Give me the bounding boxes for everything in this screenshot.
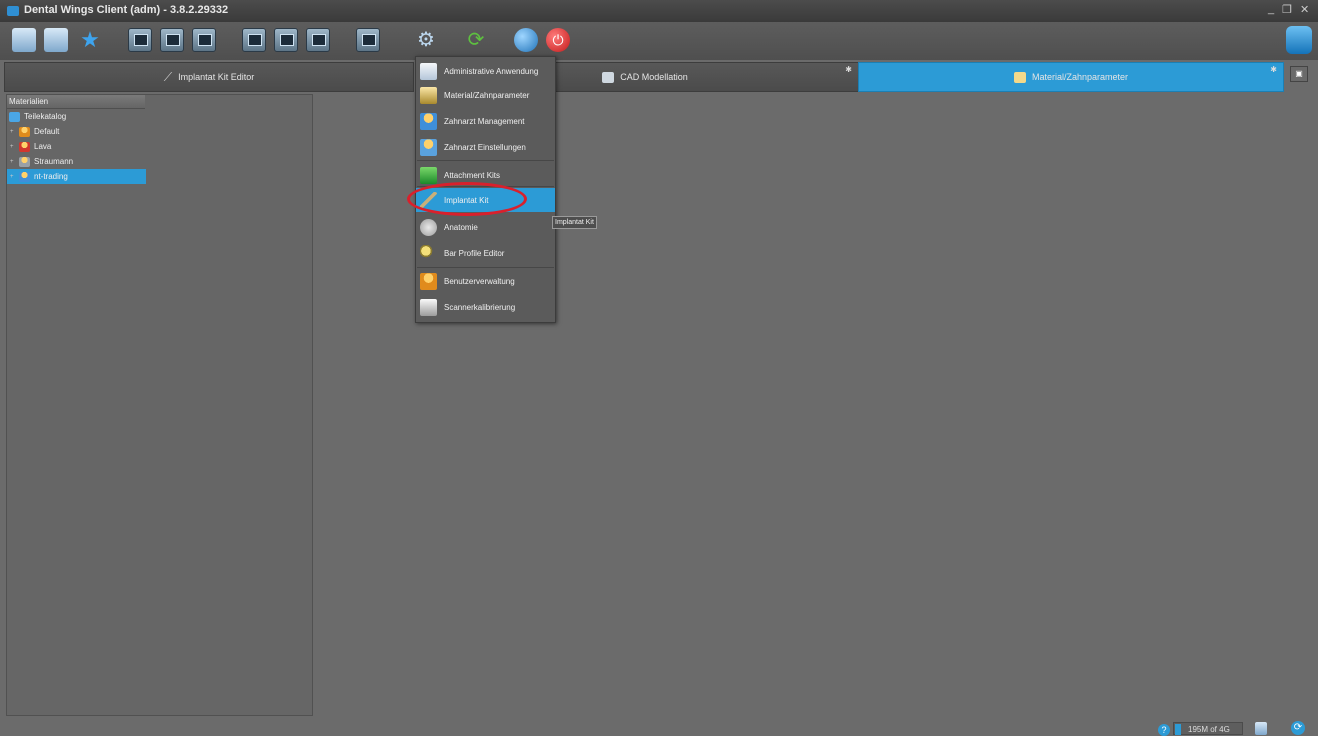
tree-item-label: Lava [34, 142, 52, 151]
tree-item-label: nt-trading [34, 172, 68, 181]
app-icon [7, 6, 19, 16]
menu-item-label: Scannerkalibrierung [444, 302, 516, 312]
tab-label: CAD Modellation [620, 72, 688, 82]
star-icon[interactable]: ★ [78, 28, 102, 52]
menu-item-label: Bar Profile Editor [444, 248, 505, 258]
tree-item-teilekatalog[interactable]: Teilekatalog [7, 109, 145, 124]
dentist-settings-icon [420, 138, 437, 156]
menu-item-label: Zahnarzt Einstellungen [444, 142, 526, 152]
menu-item-scannerkalibrierung[interactable]: Scannerkalibrierung [416, 295, 555, 319]
dentist-icon [420, 112, 437, 130]
menu-separator [417, 267, 554, 268]
tab-material-zahnparameter[interactable]: Material/Zahnparameter ✱ [858, 62, 1284, 92]
material-icon [1013, 71, 1026, 83]
monitor-icon[interactable] [306, 28, 330, 52]
anatomy-icon [420, 218, 437, 236]
open-case-icon[interactable] [44, 28, 68, 52]
expand-icon[interactable]: + [10, 129, 16, 135]
power-icon[interactable]: ⏻ [546, 28, 570, 52]
person-icon [19, 156, 30, 167]
implant-icon [420, 191, 437, 209]
tab-implantat-kit-editor[interactable]: ⟋ Implantat Kit Editor [4, 62, 414, 92]
tab-label: Material/Zahnparameter [1031, 72, 1129, 82]
settings-menu: Administrative Anwendung Material/Zahnpa… [415, 56, 556, 323]
tree-item-label: Straumann [34, 157, 74, 166]
menu-item-bar-profile-editor[interactable]: Bar Profile Editor [416, 241, 555, 265]
gallery-icon[interactable]: ▣ [1290, 66, 1308, 82]
expand-icon[interactable]: + [10, 159, 16, 165]
tree-item-lava[interactable]: + Lava [7, 139, 146, 154]
attachment-icon [420, 166, 437, 184]
pin-icon[interactable]: ✱ [845, 65, 852, 74]
close-button[interactable]: ✕ [1300, 3, 1309, 16]
tree-item-straumann[interactable]: + Straumann [7, 154, 146, 169]
menu-item-material-zahnparameter[interactable]: Material/Zahnparameter [416, 83, 555, 107]
panel-header: Materialien [7, 95, 145, 109]
monitor-icon[interactable] [192, 28, 216, 52]
monitor-icon[interactable] [356, 28, 380, 52]
menu-item-label: Implantat Kit [444, 195, 489, 205]
menu-separator [417, 160, 554, 161]
person-icon [19, 171, 30, 182]
materials-tree: Teilekatalog + Default + Lava + Strauman… [7, 109, 312, 184]
materials-panel: Materialien Teilekatalog + Default + Lav… [6, 94, 313, 716]
gear-icon[interactable]: ⚙ [414, 28, 438, 52]
minimize-button[interactable]: _ [1268, 3, 1274, 15]
person-icon [19, 126, 30, 137]
expand-icon[interactable]: + [10, 174, 16, 180]
tab-label: Implantat Kit Editor [178, 72, 255, 82]
stack-icon[interactable] [1286, 26, 1312, 54]
memory-indicator: 195M of 4G [1173, 722, 1243, 735]
implant-icon: ⟋ [163, 69, 173, 84]
cad-icon [602, 71, 615, 83]
main-toolbar: ★ ⚙ ⟳ ⏻ [0, 22, 1318, 60]
tree-item-default[interactable]: + Default [7, 124, 146, 139]
window-title: Dental Wings Client (adm) - 3.8.2.29332 [24, 4, 229, 16]
menu-item-label: Attachment Kits [444, 170, 501, 180]
title-bar: Dental Wings Client (adm) - 3.8.2.29332 … [0, 0, 1318, 23]
menu-item-benutzerverwaltung[interactable]: Benutzerverwaltung [416, 269, 555, 293]
menu-item-administrative-anwendung[interactable]: Administrative Anwendung [416, 59, 555, 83]
menu-item-label: Benutzerverwaltung [444, 276, 515, 286]
menu-item-zahnarzt-management[interactable]: Zahnarzt Management [416, 109, 555, 133]
globe-icon[interactable] [514, 28, 538, 52]
help-icon[interactable]: ? [1158, 724, 1170, 736]
menu-item-zahnarzt-einstellungen[interactable]: Zahnarzt Einstellungen [416, 135, 555, 159]
tree-item-label: Default [34, 127, 60, 136]
menu-item-attachment-kits[interactable]: Attachment Kits [416, 163, 555, 187]
trash-icon[interactable] [1255, 722, 1267, 735]
scanner-icon [420, 298, 437, 316]
monitor-icon[interactable] [274, 28, 298, 52]
menu-item-anatomie[interactable]: Anatomie [416, 215, 555, 239]
menu-separator [417, 186, 554, 187]
sync-icon[interactable]: ⟳ [464, 28, 488, 52]
tree-item-label: Teilekatalog [24, 112, 67, 121]
pin-icon[interactable]: ✱ [1270, 65, 1277, 74]
expand-icon[interactable]: + [10, 144, 16, 150]
menu-item-label: Zahnarzt Management [444, 116, 525, 126]
menu-item-label: Anatomie [444, 222, 478, 232]
bar-profile-icon [420, 244, 437, 262]
pencil-icon[interactable] [12, 28, 36, 52]
user-admin-icon [420, 272, 437, 290]
material-icon [420, 86, 437, 104]
tab-bar: ⟋ Implantat Kit Editor CAD Modellation ✱… [0, 62, 1318, 92]
catalog-icon [9, 111, 20, 122]
tree-item-nt-trading[interactable]: + nt-trading [7, 169, 146, 184]
person-icon [19, 141, 30, 152]
menu-item-label: Administrative Anwendung [444, 66, 539, 76]
menu-item-implantat-kit[interactable]: Implantat Kit [416, 188, 555, 212]
tooltip: Implantat Kit [552, 216, 597, 229]
monitor-icon[interactable] [160, 28, 184, 52]
memory-bar [1175, 724, 1181, 735]
restore-button[interactable]: ❐ [1282, 3, 1292, 16]
monitor-icon[interactable] [242, 28, 266, 52]
admin-icon [420, 62, 437, 80]
menu-item-label: Material/Zahnparameter [444, 90, 530, 100]
monitor-icon[interactable] [128, 28, 152, 52]
